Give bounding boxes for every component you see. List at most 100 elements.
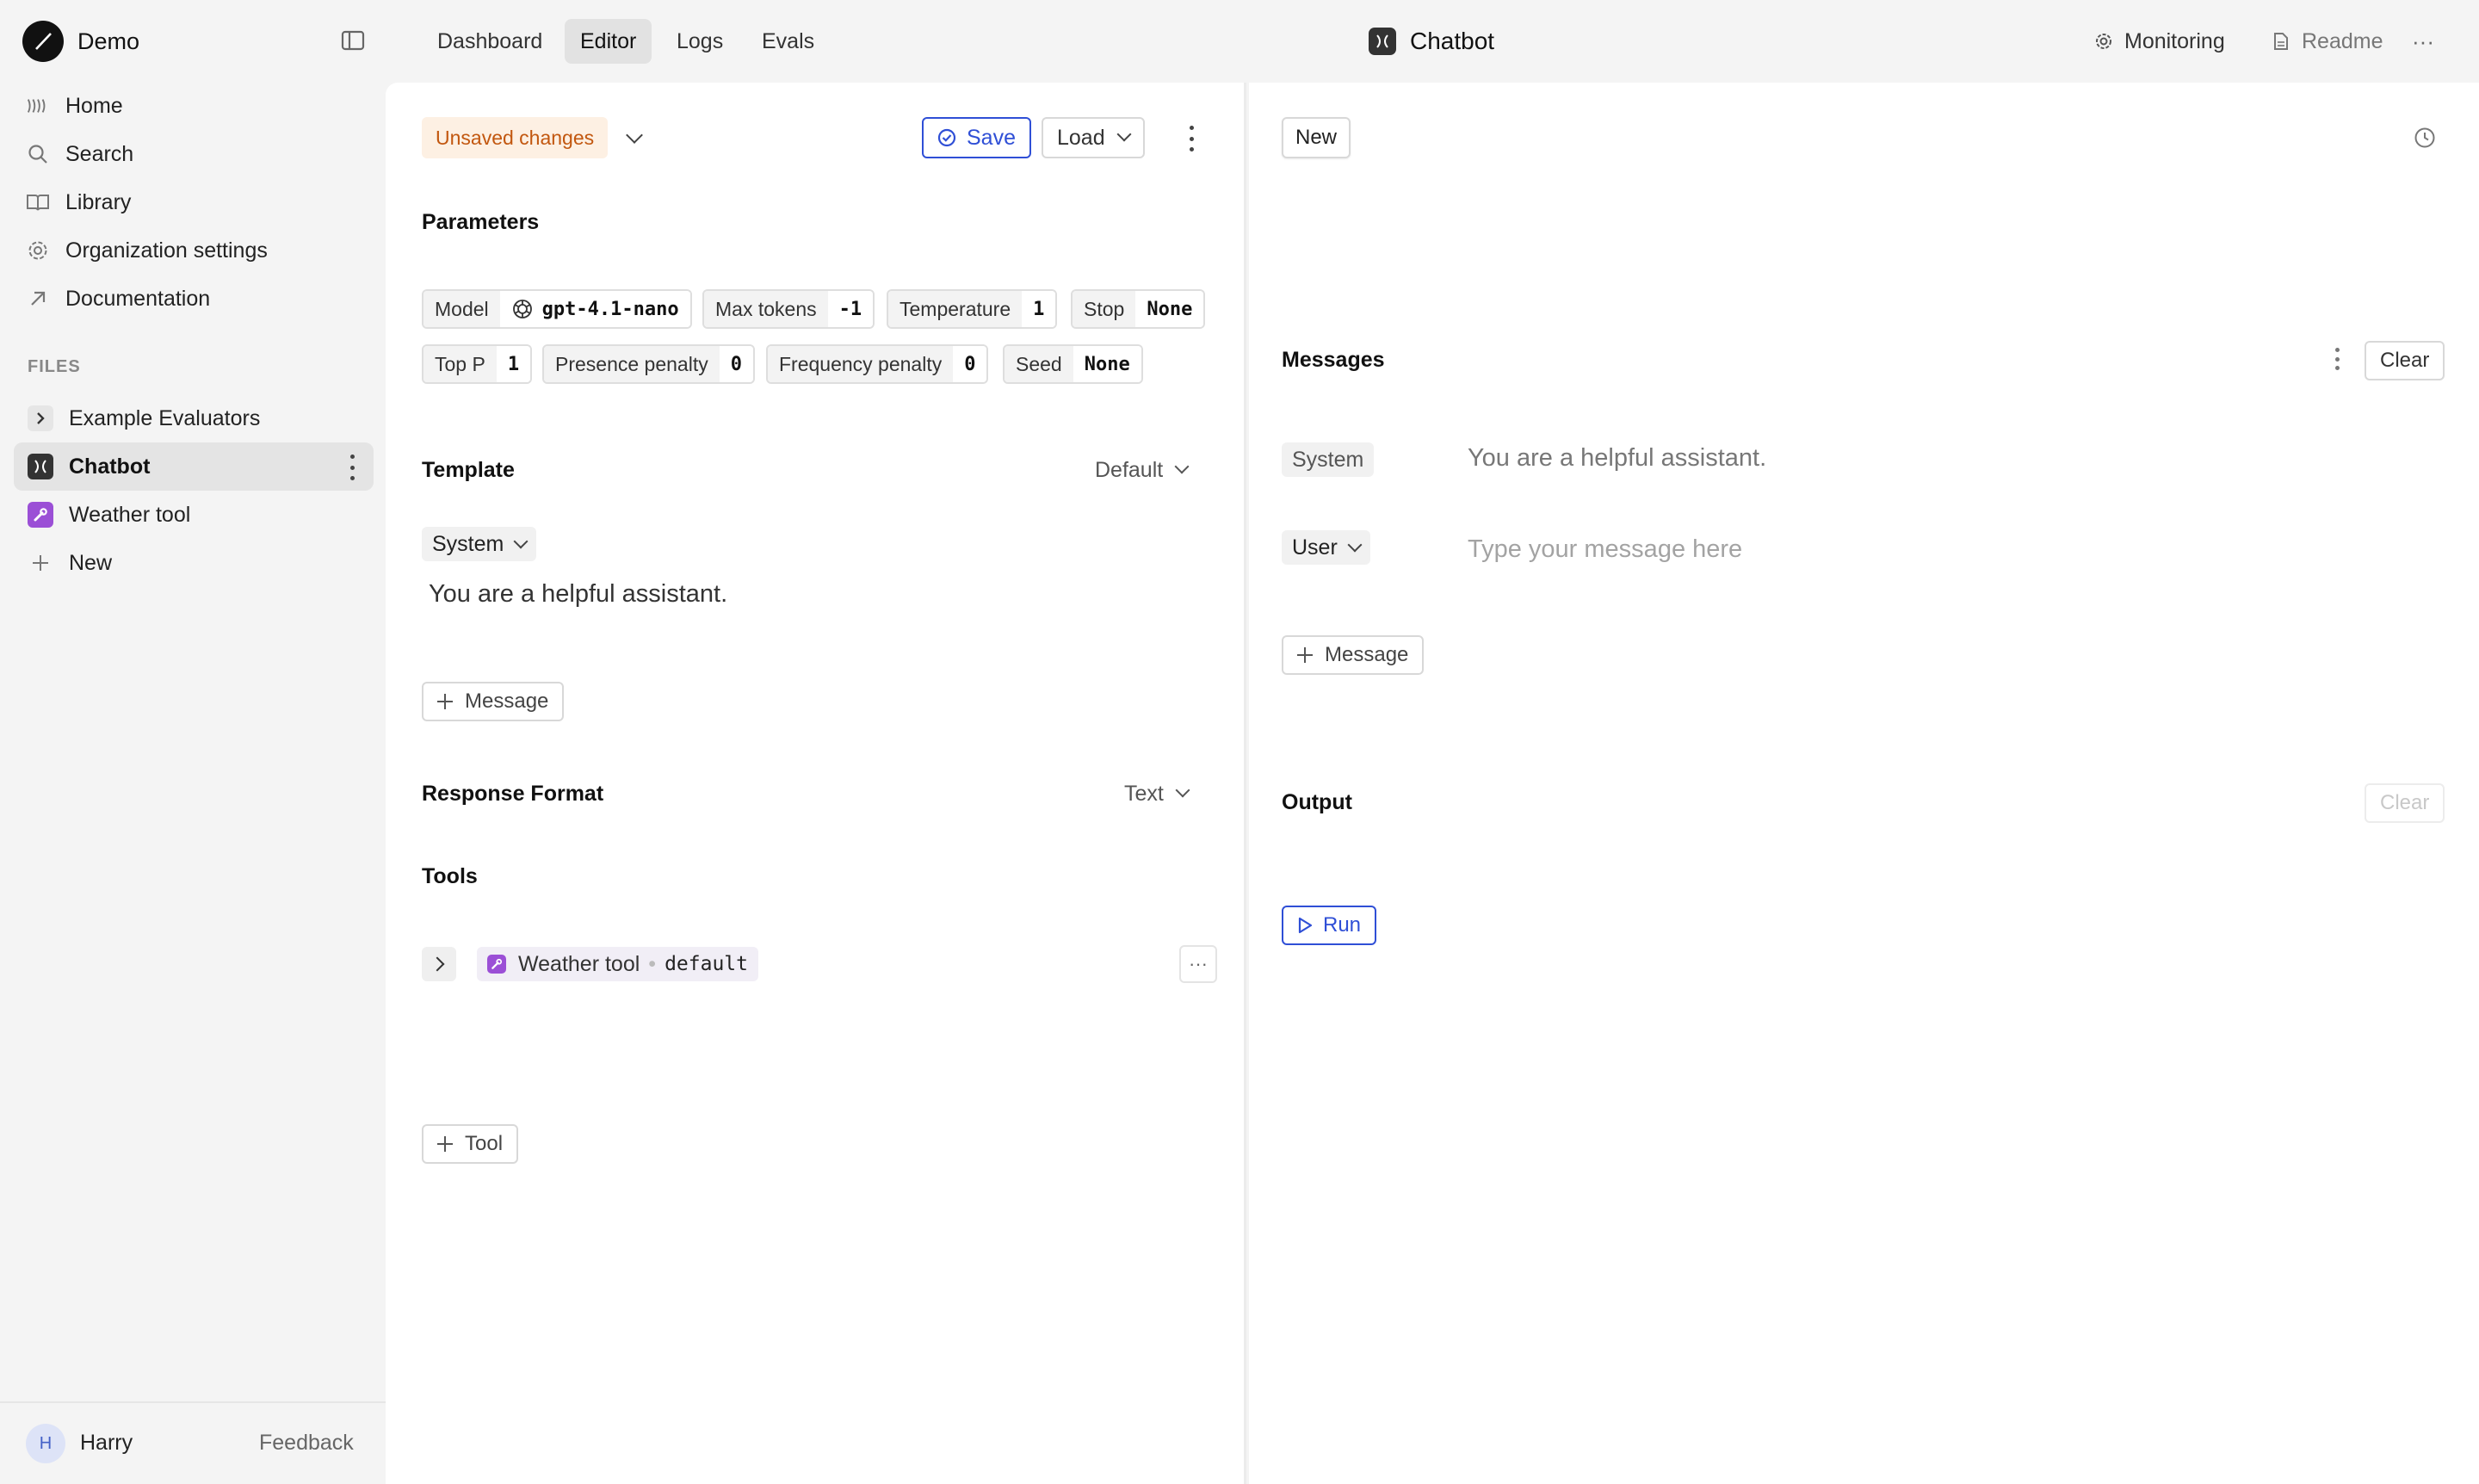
messages-menu-icon[interactable] — [2333, 348, 2341, 370]
file-item-new[interactable]: New — [14, 539, 374, 587]
org-name: Demo — [77, 28, 140, 54]
template-mode-select[interactable]: Default — [1095, 451, 1190, 489]
run-label: Run — [1323, 913, 1362, 937]
org-logo-icon — [22, 21, 64, 62]
template-role-select[interactable]: System — [422, 527, 537, 561]
parameter-chip-frequency-penalty[interactable]: Frequency penalty 0 — [766, 344, 989, 384]
parameters-title: Parameters — [422, 210, 540, 234]
org-switcher[interactable]: Demo — [22, 21, 139, 62]
kebab-menu-icon[interactable] — [1187, 126, 1196, 151]
parameter-chip-max-tokens[interactable]: Max tokens -1 — [702, 289, 875, 329]
tool-version: default — [665, 953, 748, 975]
library-icon — [26, 190, 50, 214]
tab-editor[interactable]: Editor — [565, 19, 652, 64]
history-icon[interactable] — [2413, 126, 2437, 154]
tool-expand-button[interactable] — [422, 947, 456, 981]
user-role-select[interactable]: User — [1282, 530, 1370, 565]
wrench-icon — [28, 502, 53, 528]
file-item-chatbot[interactable]: Chatbot — [14, 442, 374, 491]
document-icon — [2271, 31, 2291, 52]
file-item-weather-tool[interactable]: Weather tool — [14, 491, 374, 539]
sidebar-item-home[interactable]: Home — [26, 87, 123, 125]
file-title: Chatbot — [1369, 24, 1494, 59]
more-menu-button[interactable]: ··· — [2412, 24, 2434, 59]
home-icon — [26, 94, 50, 118]
load-button[interactable]: Load — [1042, 117, 1145, 158]
monitoring-label: Monitoring — [2124, 28, 2225, 53]
response-format-title: Response Format — [422, 782, 604, 806]
plus-icon — [28, 550, 53, 576]
tool-chip-weather-tool[interactable]: Weather tool • default — [477, 947, 758, 981]
readme-label: Readme — [2302, 28, 2383, 53]
template-message-editor[interactable]: You are a helpful assistant. — [429, 580, 727, 609]
gear-icon — [2093, 31, 2114, 52]
parameter-chip-stop[interactable]: Stop None — [1071, 289, 1206, 329]
file-item-example-evaluators[interactable]: Example Evaluators — [14, 394, 374, 442]
sidebar-toggle-icon[interactable] — [341, 29, 365, 52]
file-item-label: Chatbot — [69, 454, 151, 479]
user-name[interactable]: Harry — [80, 1431, 133, 1456]
run-button[interactable]: Run — [1282, 906, 1377, 945]
parameter-label: Max tokens — [704, 291, 828, 327]
parameter-chip-seed[interactable]: Seed None — [1003, 344, 1143, 384]
prompt-file-icon — [28, 454, 53, 479]
parameter-label: Presence penalty — [544, 346, 720, 382]
load-label: Load — [1057, 125, 1105, 150]
response-format-select[interactable]: Text — [1124, 775, 1190, 813]
clear-messages-button[interactable]: Clear — [2365, 341, 2445, 380]
sidebar-item-documentation[interactable]: Documentation — [26, 280, 210, 318]
parameter-label: Top P — [423, 346, 497, 382]
sidebar-item-label: Organization settings — [65, 238, 268, 263]
tool-more-button[interactable]: ··· — [1179, 945, 1217, 983]
parameter-value: None — [1073, 346, 1141, 382]
model-name: gpt-4.1-nano — [541, 298, 679, 320]
search-icon — [26, 142, 50, 166]
chevron-down-icon[interactable] — [626, 127, 643, 144]
system-message-text[interactable]: You are a helpful assistant. — [1468, 444, 1766, 473]
file-item-label: Weather tool — [69, 502, 191, 527]
wrench-icon — [487, 955, 506, 974]
parameter-chip-presence-penalty[interactable]: Presence penalty 0 — [542, 344, 755, 384]
new-session-button[interactable]: New — [1282, 117, 1351, 158]
gear-icon — [26, 238, 50, 263]
parameter-label: Temperature — [888, 291, 1023, 327]
clear-output-button[interactable]: Clear — [2365, 783, 2445, 823]
chevron-right-icon[interactable] — [28, 405, 53, 431]
tab-logs[interactable]: Logs — [661, 19, 739, 64]
parameter-label: Seed — [1005, 346, 1073, 382]
kebab-menu-icon[interactable] — [348, 454, 356, 480]
feedback-link[interactable]: Feedback — [259, 1431, 354, 1456]
external-arrow-icon — [26, 287, 50, 311]
file-item-label: New — [69, 550, 113, 575]
add-template-message-button[interactable]: Message — [422, 682, 565, 721]
sidebar-footer: H Harry Feedback — [0, 1401, 386, 1484]
sidebar-item-library[interactable]: Library — [26, 183, 131, 221]
save-button[interactable]: Save — [922, 117, 1031, 158]
chevron-down-icon — [513, 534, 529, 549]
parameter-chip-top-p[interactable]: Top P 1 — [422, 344, 533, 384]
tools-title: Tools — [422, 864, 478, 888]
parameter-value: gpt-4.1-nano — [499, 291, 690, 327]
parameter-value: -1 — [827, 291, 874, 327]
monitoring-button[interactable]: Monitoring — [2093, 24, 2225, 59]
readme-button[interactable]: Readme — [2271, 24, 2383, 59]
parameter-value: 0 — [953, 346, 987, 382]
parameter-label: Frequency penalty — [768, 346, 954, 382]
add-message-label: Message — [1325, 643, 1409, 666]
avatar[interactable]: H — [26, 1424, 65, 1463]
parameter-label: Stop — [1073, 291, 1136, 327]
parameter-chip-model[interactable]: Model gpt-4.1-nano — [422, 289, 692, 329]
tab-evals[interactable]: Evals — [746, 19, 830, 64]
chevron-down-icon — [1347, 537, 1363, 553]
tab-dashboard[interactable]: Dashboard — [422, 19, 558, 64]
add-playground-message-button[interactable]: Message — [1282, 635, 1425, 675]
add-tool-button[interactable]: Tool — [422, 1124, 519, 1164]
playground-panel: New Messages Clear System You are a help… — [1249, 83, 2479, 1484]
parameter-chip-temperature[interactable]: Temperature 1 — [887, 289, 1058, 329]
chevron-right-icon — [430, 956, 445, 972]
sidebar-item-organization-settings[interactable]: Organization settings — [26, 232, 268, 269]
unsaved-status-badge: Unsaved changes — [422, 117, 609, 158]
user-message-input[interactable]: Type your message here — [1468, 535, 1742, 564]
response-format-value: Text — [1124, 781, 1164, 806]
sidebar-item-search[interactable]: Search — [26, 135, 133, 173]
